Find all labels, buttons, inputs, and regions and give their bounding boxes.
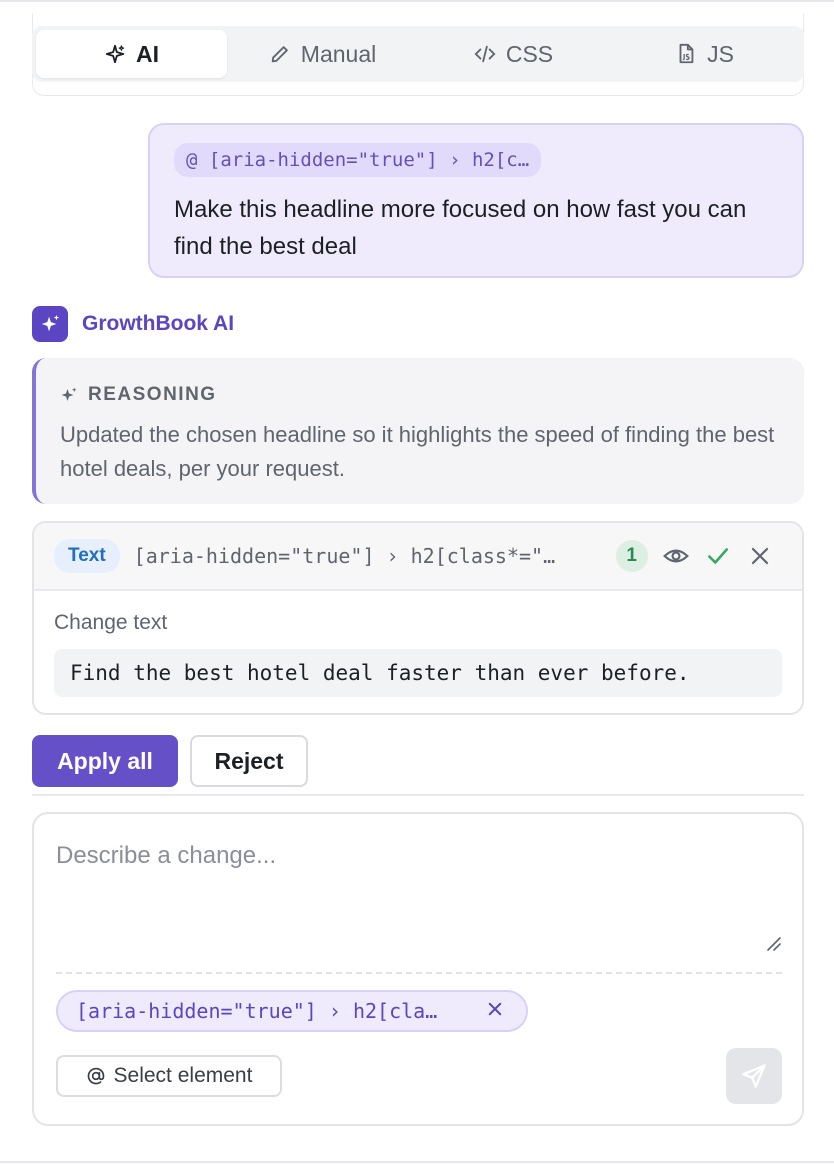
reasoning-panel: REASONING Updated the chosen headline so…	[32, 358, 804, 504]
send-icon	[742, 1064, 766, 1088]
pencil-icon	[271, 46, 288, 63]
tab-css-label: CSS	[505, 40, 554, 67]
change-card-header: Text [aria-hidden="true"] › h2[class*="……	[34, 523, 802, 591]
tab-ai-label: AI	[136, 40, 159, 67]
sparkle-icon	[41, 314, 60, 332]
message-selector-chip: @ [aria-hidden="true"] › h2[c…	[174, 143, 542, 177]
close-icon	[751, 547, 768, 565]
change-description-input[interactable]: Describe a change...	[56, 842, 776, 962]
check-icon	[707, 548, 728, 564]
resize-handle-icon[interactable]	[764, 934, 782, 952]
sparkle-icon	[61, 387, 77, 401]
tab-js[interactable]: JS	[609, 30, 800, 78]
preview-button[interactable]	[662, 542, 690, 570]
reasoning-header: REASONING	[60, 384, 780, 406]
at-icon	[87, 1067, 104, 1085]
reasoning-title: REASONING	[88, 384, 217, 405]
composer: Describe a change... [aria-hidden="true"…	[32, 812, 804, 1126]
target-element-chip: [aria-hidden="true"] › h2[cla…	[56, 990, 528, 1032]
editor-tabs: AI Manual CSS JS	[32, 26, 804, 82]
reject-button[interactable]: Reject	[190, 735, 308, 787]
tab-manual[interactable]: Manual	[227, 30, 418, 78]
sparkle-icon	[105, 44, 125, 64]
change-count-badge: 1	[615, 540, 648, 572]
apply-all-button[interactable]: Apply all	[32, 735, 178, 787]
user-message: @ [aria-hidden="true"] › h2[c… Make this…	[148, 123, 804, 278]
user-message-text: Make this headline more focused on how f…	[174, 196, 747, 260]
code-icon	[474, 45, 496, 63]
tab-css[interactable]: CSS	[418, 30, 609, 78]
tab-js-label: JS	[707, 40, 734, 67]
tab-ai[interactable]: AI	[36, 30, 227, 78]
reasoning-text: Updated the chosen headline so it highli…	[60, 422, 775, 481]
assistant-header: GrowthBook AI	[32, 306, 234, 342]
assistant-name: GrowthBook AI	[82, 312, 235, 335]
assistant-avatar	[32, 306, 68, 342]
top-divider	[0, 0, 834, 2]
composer-divider	[56, 972, 782, 974]
reject-change-button[interactable]	[746, 542, 774, 570]
change-type-badge: Text	[54, 539, 120, 573]
select-element-label: Select element	[113, 1064, 253, 1087]
target-selector: [aria-hidden="true"] › h2[cla…	[76, 999, 438, 1023]
change-label: Change text	[54, 611, 168, 634]
select-element-button[interactable]: Select element	[56, 1055, 282, 1097]
bottom-divider	[0, 1161, 834, 1163]
change-card: Text [aria-hidden="true"] › h2[class*="……	[32, 521, 804, 715]
js-file-icon	[679, 43, 694, 64]
send-button[interactable]	[726, 1048, 782, 1104]
remove-target-button[interactable]	[486, 998, 504, 1024]
tab-manual-label: Manual	[300, 40, 377, 67]
accept-change-button[interactable]	[704, 542, 732, 570]
change-selector: [aria-hidden="true"] › h2[class*="…	[133, 544, 556, 568]
eye-icon	[662, 549, 689, 563]
change-card-body: Change text Find the best hotel deal fas…	[34, 591, 802, 697]
close-icon	[488, 1002, 502, 1016]
change-value: Find the best hotel deal faster than eve…	[54, 649, 782, 697]
section-divider	[32, 794, 804, 796]
